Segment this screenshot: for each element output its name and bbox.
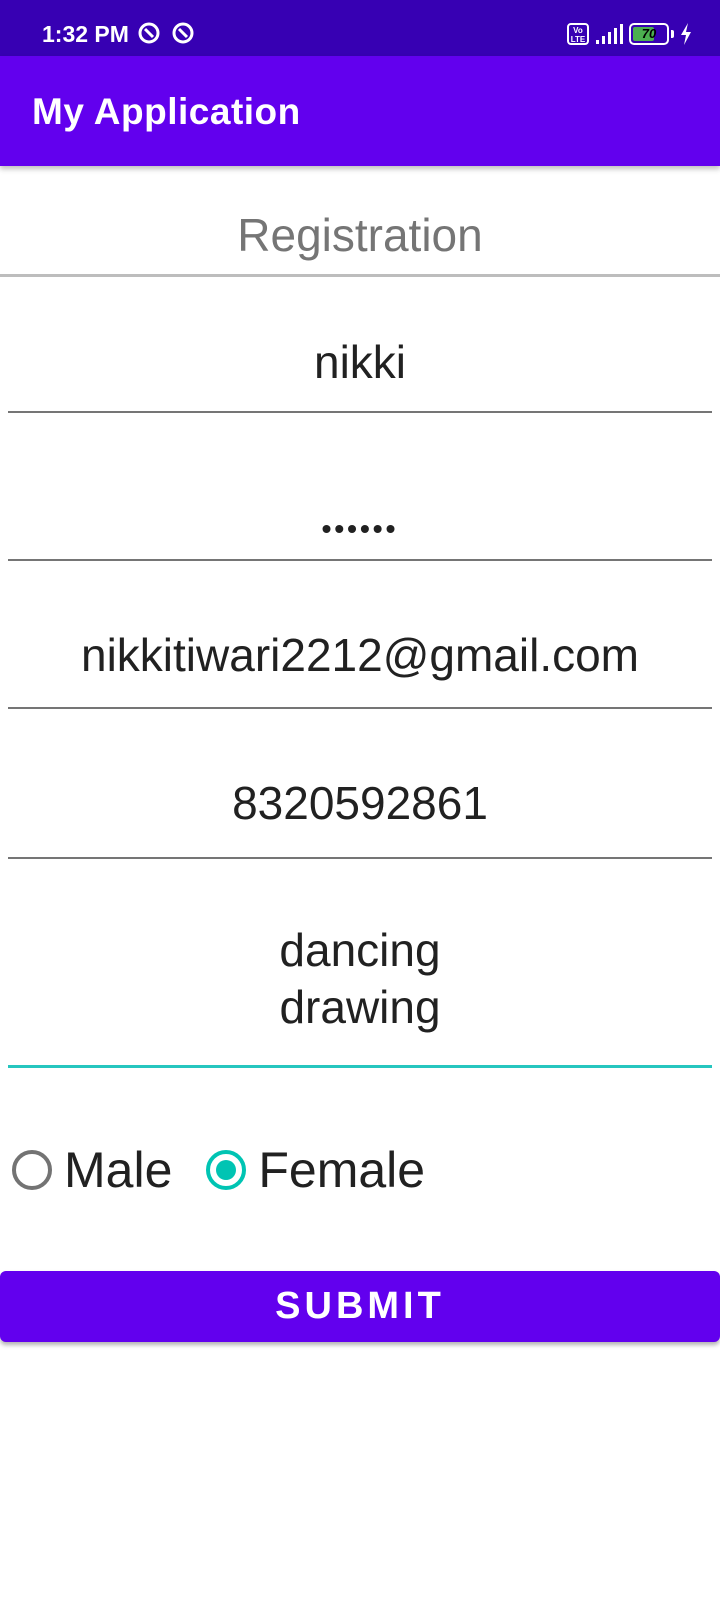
- app-title: My Application: [32, 91, 301, 132]
- name-value: nikki: [313, 336, 407, 388]
- female-radio-circle[interactable]: [206, 1150, 247, 1190]
- password-field[interactable]: ••••••: [8, 490, 712, 561]
- hobbies-field[interactable]: dancing drawing: [8, 922, 712, 1068]
- app-notification-icon: [172, 22, 194, 44]
- hobbies-line-2: drawing: [279, 981, 441, 1033]
- battery-cap: [671, 30, 674, 38]
- male-radio-circle[interactable]: [12, 1150, 52, 1190]
- volte-icon: Vo LTE: [567, 23, 589, 45]
- app-bar: My Application: [0, 56, 720, 166]
- battery-level: 70: [641, 26, 657, 41]
- female-radio[interactable]: Female: [206, 1141, 425, 1199]
- email-value: nikkitiwari2212@gmail.com: [81, 629, 639, 681]
- charging-icon: [681, 23, 691, 45]
- phone-field[interactable]: 8320592861: [8, 776, 712, 859]
- signal-icon: [596, 24, 623, 44]
- status-bar: 1:32 PM Vo LTE 70: [0, 0, 720, 56]
- hobbies-line-1: dancing: [279, 924, 441, 976]
- heading-divider: [0, 274, 720, 277]
- name-field[interactable]: nikki: [8, 335, 712, 413]
- registration-heading: Registration: [237, 209, 483, 261]
- battery-icon: 70: [629, 23, 669, 45]
- phone-value: 8320592861: [232, 777, 488, 829]
- male-radio[interactable]: Male: [12, 1141, 172, 1199]
- submit-button[interactable]: SUBMIT: [0, 1271, 720, 1342]
- password-value: ••••••: [321, 513, 399, 544]
- status-icons: Vo LTE 70: [567, 21, 692, 47]
- female-label[interactable]: Female: [258, 1141, 425, 1199]
- email-field[interactable]: nikkitiwari2212@gmail.com: [8, 628, 712, 709]
- male-label[interactable]: Male: [64, 1141, 172, 1199]
- app-notification-icon: [138, 22, 160, 44]
- status-time: 1:32 PM: [42, 21, 129, 47]
- gender-radio-group: Male Female: [12, 1140, 425, 1200]
